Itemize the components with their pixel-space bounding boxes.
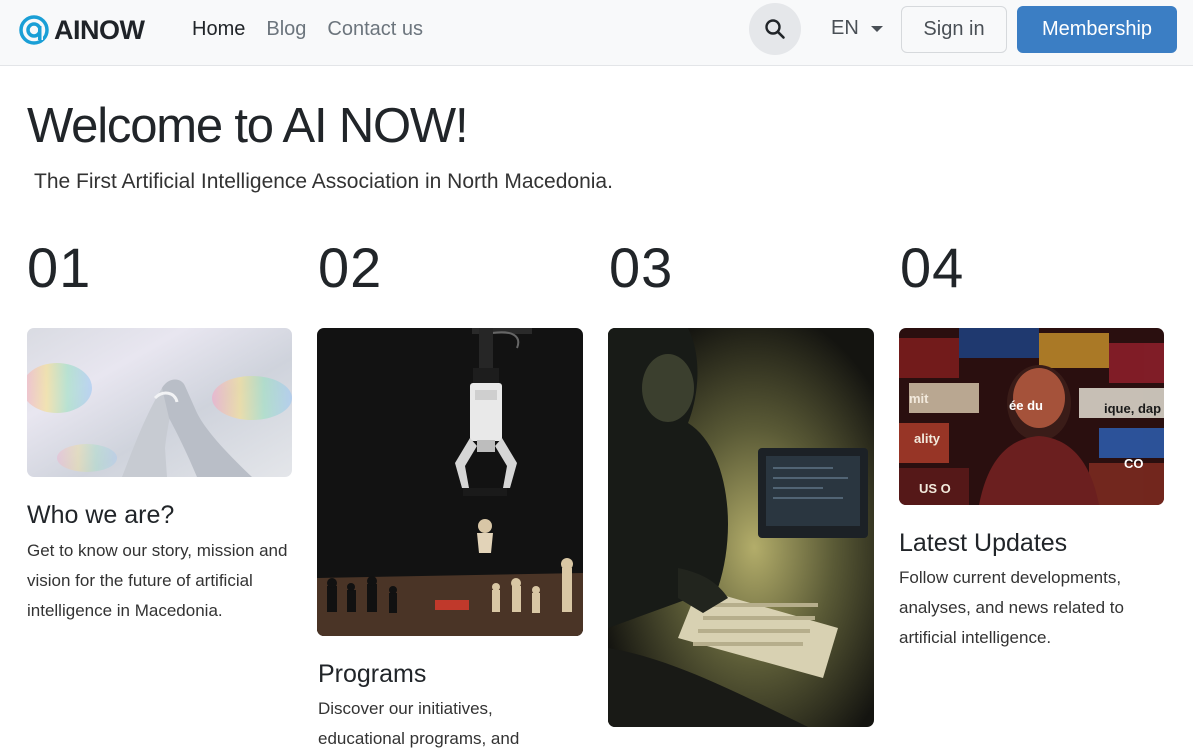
page-subtitle: The First Artificial Intelligence Associ… — [34, 170, 613, 193]
search-button[interactable] — [749, 3, 801, 55]
card-image-03[interactable] — [608, 328, 874, 727]
card-title-programs[interactable]: Programs — [318, 659, 426, 689]
card-number-02: 02 — [318, 236, 383, 299]
logo-icon — [19, 15, 49, 45]
sign-in-button[interactable]: Sign in — [901, 6, 1007, 53]
projected-text-portrait-image: mit ée du ique, dap ality CO US O — [899, 328, 1164, 505]
card-number-03: 03 — [609, 236, 674, 299]
main-nav: Home Blog Contact us — [192, 17, 444, 41]
svg-text:mit: mit — [909, 391, 929, 406]
card-number-01: 01 — [27, 236, 92, 299]
svg-text:CO: CO — [1124, 456, 1144, 471]
top-navbar: AINOW Home Blog Contact us EN Sign in Me… — [0, 0, 1193, 66]
card-description-programs: Discover our initiatives, educational pr… — [318, 699, 520, 748]
svg-text:ality: ality — [914, 431, 941, 446]
search-icon — [765, 19, 785, 39]
svg-text:US O: US O — [919, 481, 951, 496]
nav-contact-us[interactable]: Contact us — [327, 17, 423, 41]
card-image-latest-updates[interactable]: mit ée du ique, dap ality CO US O — [899, 328, 1164, 505]
card-title-who-we-are[interactable]: Who we are? — [27, 500, 174, 530]
logo[interactable]: AINOW — [18, 14, 145, 46]
page-title: Welcome to AI NOW! — [27, 99, 469, 153]
chevron-down-icon — [870, 25, 883, 32]
logo-text: AINOW — [54, 14, 145, 45]
language-dropdown[interactable]: EN — [831, 17, 883, 40]
svg-text:ique, dap: ique, dap — [1104, 401, 1161, 416]
nav-blog[interactable]: Blog — [266, 17, 306, 41]
svg-text:ée du: ée du — [1009, 398, 1043, 413]
card-description-latest-updates: Follow current developments, analyses, a… — [899, 568, 1124, 647]
card-number-04: 04 — [900, 236, 965, 299]
robot-arm-chess-image — [317, 328, 583, 636]
membership-button[interactable]: Membership — [1017, 6, 1177, 53]
nav-home[interactable]: Home — [192, 17, 245, 41]
card-image-programs[interactable] — [317, 328, 583, 636]
card-title-latest-updates[interactable]: Latest Updates — [899, 528, 1067, 558]
card-description-who-we-are: Get to know our story, mission and visio… — [27, 541, 288, 620]
card-image-who-we-are[interactable] — [27, 328, 292, 477]
language-label: EN — [831, 17, 859, 39]
holographic-hands-image — [27, 328, 292, 477]
person-typing-keyboard-image — [608, 328, 874, 727]
